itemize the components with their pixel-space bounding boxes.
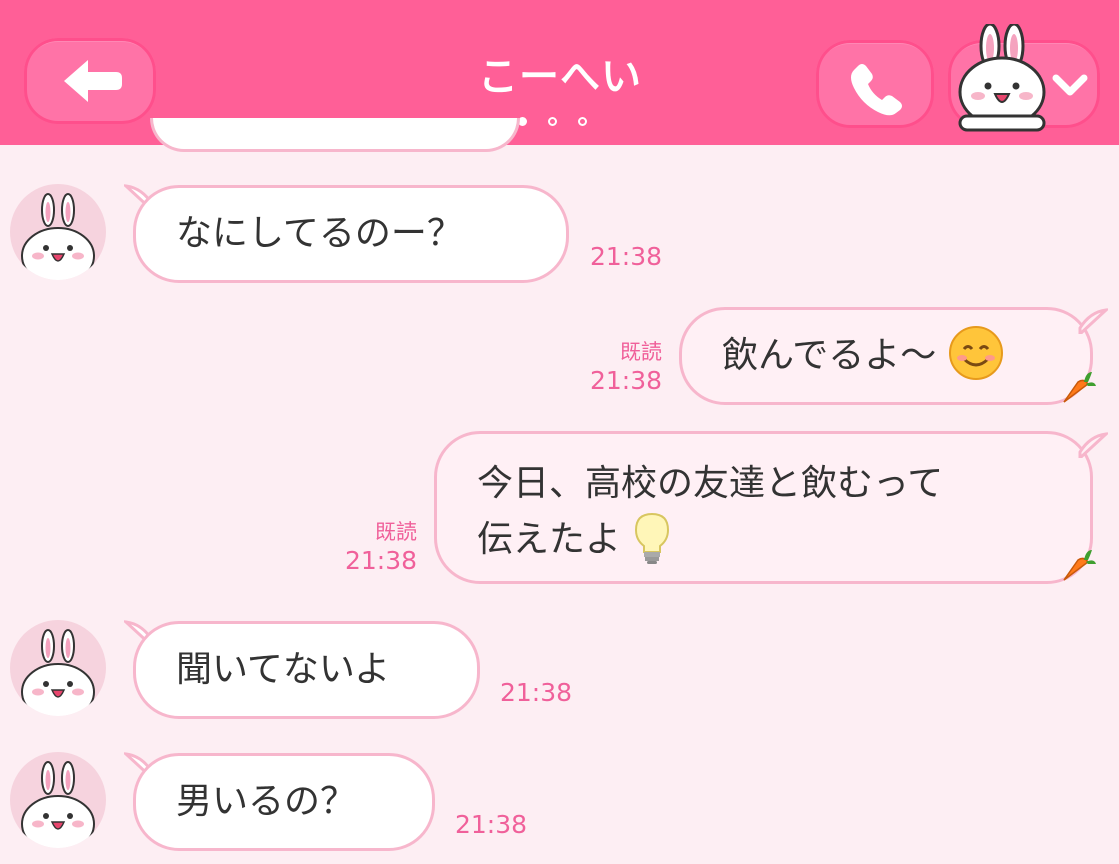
message-text: 男いるの？ (176, 781, 357, 822)
back-arrow-icon (64, 60, 122, 102)
read-receipt: 既読 (375, 520, 417, 544)
read-receipt: 既読 (620, 340, 662, 364)
carrot-icon (1063, 550, 1096, 581)
avatar[interactable] (10, 620, 106, 716)
message-time: 21:38 (590, 242, 663, 271)
carrot-icon (1063, 372, 1096, 403)
rabbit-avatar-icon (21, 629, 95, 716)
rabbit-avatar-icon (21, 761, 95, 848)
message-text: 飲んでるよ〜 (722, 335, 937, 376)
call-button[interactable] (816, 40, 934, 128)
message-bubble-incoming[interactable]: なにしてるのー？ (133, 185, 569, 283)
message-text: なにしてるのー？ (176, 213, 463, 254)
message-bubble-incoming[interactable]: 男いるの？ (133, 753, 435, 851)
message-time: 21:38 (500, 678, 573, 707)
message-bubble-partial (150, 118, 520, 152)
smiling-face-icon (948, 326, 1003, 380)
rabbit-avatar-icon (21, 193, 95, 280)
message-bubble-outgoing[interactable]: 飲んでるよ〜 (679, 307, 1093, 405)
chat-title: こーへい (478, 54, 642, 100)
message-time: 21:38 (455, 810, 528, 839)
message-text-line1: 今日、高校の友達と飲むって (477, 463, 944, 504)
back-button[interactable] (24, 38, 156, 124)
avatar[interactable] (10, 752, 106, 848)
message-text-line2: 伝えたよ (477, 519, 622, 560)
message-bubble-incoming[interactable]: 聞いてないよ (133, 621, 480, 719)
page-dot (578, 117, 587, 126)
page-indicator (514, 117, 594, 131)
chevron-down-icon (1052, 74, 1088, 96)
message-time: 21:38 (345, 546, 418, 575)
bubble-tail (1078, 432, 1108, 458)
message-text: 聞いてないよ (176, 649, 391, 690)
page-dot (548, 117, 557, 126)
phone-icon (851, 64, 902, 116)
message-time: 21:38 (590, 366, 663, 395)
bubble-tail (1078, 308, 1108, 334)
rabbit-character-icon (958, 24, 1046, 132)
message-bubble-outgoing[interactable]: 今日、高校の友達と飲むって 伝えたよ (434, 431, 1093, 584)
avatar[interactable] (10, 184, 106, 280)
light-bulb-icon (635, 512, 670, 564)
